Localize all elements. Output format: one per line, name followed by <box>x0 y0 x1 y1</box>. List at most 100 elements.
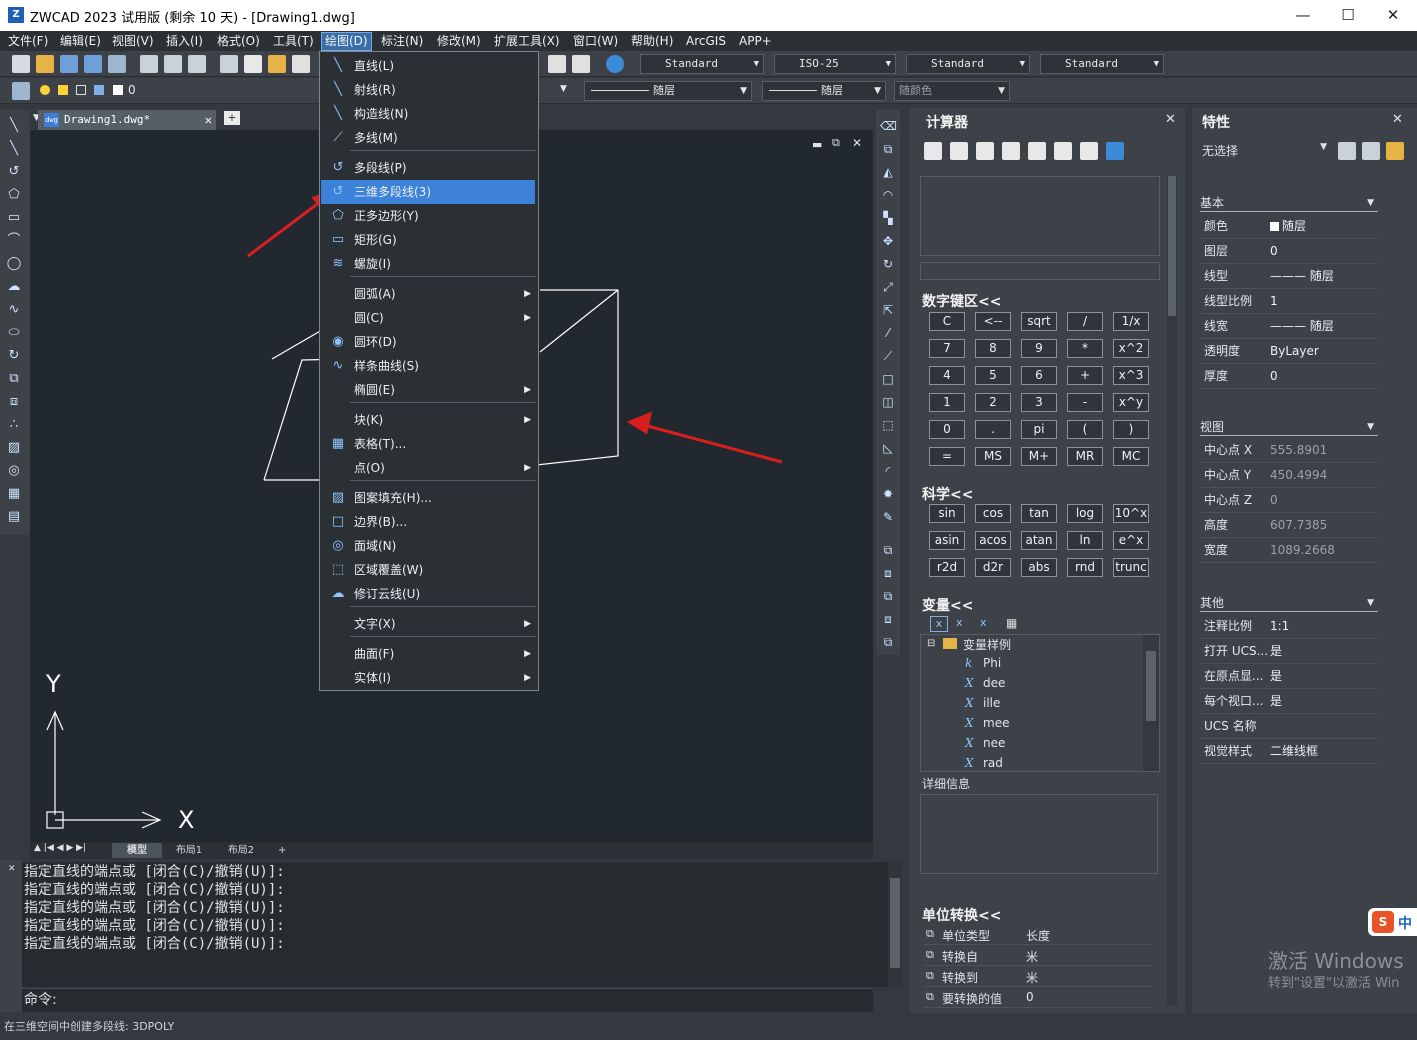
toggle-pickadd-icon[interactable] <box>1338 142 1356 160</box>
var-root-label[interactable]: 变量样例 <box>963 636 1011 653</box>
group-other[interactable]: 其他 ▼ <box>1200 594 1378 612</box>
unit-row[interactable]: ⧉ 转换自 米 <box>924 945 1152 966</box>
draw-menu-item[interactable]: ▭ 矩形(G) <box>321 228 535 252</box>
copy-obj-icon[interactable]: ⧉ <box>880 141 896 157</box>
open-icon[interactable] <box>36 55 54 73</box>
unit-title[interactable]: 单位转换<< <box>922 905 1001 925</box>
property-row[interactable]: 图层 0 <box>1200 239 1378 264</box>
mirror-icon[interactable]: ◭ <box>880 164 896 180</box>
markup-icon[interactable] <box>572 55 590 73</box>
calc-key[interactable]: MS <box>975 447 1011 466</box>
cut-icon[interactable] <box>220 55 238 73</box>
draw-menu-item[interactable]: ◉ 圆环(D) <box>321 330 535 354</box>
draw-menu-item[interactable]: 文字(X) ▶ <box>321 612 535 636</box>
calc-key[interactable]: 10^x <box>1113 504 1149 523</box>
property-row[interactable]: 注释比例 1:1 <box>1200 614 1378 639</box>
calc-key[interactable]: 1/x <box>1113 312 1149 331</box>
property-row[interactable]: UCS 名称 <box>1200 714 1378 739</box>
layer-lock-icon[interactable] <box>94 85 104 95</box>
menu-window[interactable]: 窗口(W) <box>570 33 621 50</box>
hatch-icon[interactable]: ▨ <box>6 440 22 456</box>
calc-scrollbar[interactable] <box>1167 176 1177 1006</box>
ellipse-icon[interactable]: ⬭ <box>6 325 22 341</box>
unit-row[interactable]: ⧉ 单位类型 长度 <box>924 924 1152 945</box>
make-block-icon[interactable]: ⧈ <box>6 394 22 410</box>
cmd-close-icon[interactable]: ✕ <box>8 864 16 874</box>
calc-key[interactable]: 4 <box>929 366 965 385</box>
calc-key[interactable]: e^x <box>1113 531 1149 550</box>
calc-key[interactable]: MC <box>1113 447 1149 466</box>
mleader-style-select[interactable]: Standard ▼ <box>1040 54 1164 74</box>
variables-title[interactable]: 变量<< <box>922 595 973 615</box>
minimize-button[interactable]: — <box>1280 2 1326 28</box>
property-row[interactable]: 线型比例 1 <box>1200 289 1378 314</box>
calc-key[interactable]: rnd <box>1067 558 1103 577</box>
property-row[interactable]: 颜色 随层 <box>1200 214 1378 239</box>
variable-item[interactable]: Xille <box>961 695 1131 713</box>
help-icon[interactable] <box>606 55 624 73</box>
layer-freeze-icon[interactable] <box>58 85 68 95</box>
layer-vp-icon[interactable] <box>76 85 86 95</box>
matchprop-icon[interactable] <box>292 55 310 73</box>
rectangle-icon[interactable]: ▭ <box>6 210 22 226</box>
tab-model[interactable]: 模型 <box>112 843 162 858</box>
spline-icon[interactable]: ∿ <box>6 302 22 318</box>
paste-value-icon[interactable] <box>976 142 994 160</box>
new-variable-icon[interactable]: x <box>930 616 948 632</box>
property-row[interactable]: 中心点 X 555.8901 <box>1200 438 1378 463</box>
xline-icon[interactable]: ╲ <box>6 141 22 157</box>
calc-icon[interactable] <box>548 55 566 73</box>
draw-menu-item[interactable]: ▨ 图案填充(H)... <box>321 486 535 510</box>
draw-menu-item[interactable]: 圆弧(A) ▶ <box>321 282 535 306</box>
mtext-icon[interactable]: ▤ <box>6 509 22 525</box>
array-icon[interactable]: ▚ <box>880 210 896 226</box>
tab-close-icon[interactable]: ✕ <box>205 110 212 130</box>
draw-menu-item[interactable]: 点(O) ▶ <box>321 456 535 480</box>
dim-style-select[interactable]: ISO-25 ▼ <box>774 54 896 74</box>
copy-icon[interactable] <box>244 55 262 73</box>
numpad-title[interactable]: 数字键区<< <box>922 291 1001 311</box>
saveas-icon[interactable] <box>84 55 102 73</box>
circle-icon[interactable]: ◯ <box>6 256 22 272</box>
chamfer-icon[interactable]: ◺ <box>880 440 896 456</box>
tab-layout1[interactable]: 布局1 <box>164 843 214 858</box>
preview-icon[interactable] <box>164 55 182 73</box>
calc-key[interactable]: + <box>1067 366 1103 385</box>
draw-menu-item[interactable]: 圆(C) ▶ <box>321 306 535 330</box>
menu-tools[interactable]: 工具(T) <box>270 33 317 50</box>
property-row[interactable]: 宽度 1089.2668 <box>1200 538 1378 563</box>
calc-key[interactable]: trunc <box>1113 558 1149 577</box>
clear-history-icon[interactable] <box>950 142 968 160</box>
sheetset-icon[interactable] <box>108 55 126 73</box>
calc-key[interactable]: sin <box>929 504 965 523</box>
menu-edit[interactable]: 编辑(E) <box>57 33 104 50</box>
draw-menu-item[interactable]: 曲面(F) ▶ <box>321 642 535 666</box>
sci-title[interactable]: 科学<< <box>922 484 973 504</box>
scale-icon[interactable]: ⤢ <box>880 279 896 295</box>
cmd-scrollbar[interactable] <box>888 862 902 987</box>
layer-manager-icon[interactable] <box>12 82 30 100</box>
rotate-icon[interactable]: ↻ <box>880 256 896 272</box>
menu-format[interactable]: 格式(O) <box>214 33 263 50</box>
draw-menu-item[interactable]: 块(K) ▶ <box>321 408 535 432</box>
menu-draw[interactable]: 绘图(D) <box>321 32 372 51</box>
property-row[interactable]: 中心点 Z 0 <box>1200 488 1378 513</box>
draw-menu-item[interactable]: ▦ 表格(T)... <box>321 432 535 456</box>
calc-key[interactable]: 3 <box>1021 393 1057 412</box>
menu-view[interactable]: 视图(V) <box>109 33 157 50</box>
calc-key[interactable]: 8 <box>975 339 1011 358</box>
calc-key[interactable]: 1 <box>929 393 965 412</box>
selection-dropdown[interactable]: 无选择 ▼ <box>1202 142 1327 160</box>
tab-drawing1[interactable]: dwg Drawing1.dwg* ✕ <box>38 110 216 130</box>
erase-icon[interactable]: ⌫ <box>880 118 897 134</box>
save-icon[interactable] <box>60 55 78 73</box>
calc-key[interactable]: x^3 <box>1113 366 1149 385</box>
calc-key[interactable]: pi <box>1021 420 1057 439</box>
calc-key[interactable]: MR <box>1067 447 1103 466</box>
calc-key[interactable]: 9 <box>1021 339 1057 358</box>
break-point-icon[interactable]: ◫ <box>880 394 896 410</box>
layout-nav-icon[interactable]: ▲ |◀ ◀ ▶ ▶| <box>34 843 86 853</box>
draworder4-icon[interactable]: ⧈ <box>880 611 896 627</box>
unit-row[interactable]: ⧉ 要转换的值 0 <box>924 987 1152 1008</box>
revcloud-icon[interactable]: ☁ <box>6 279 22 295</box>
